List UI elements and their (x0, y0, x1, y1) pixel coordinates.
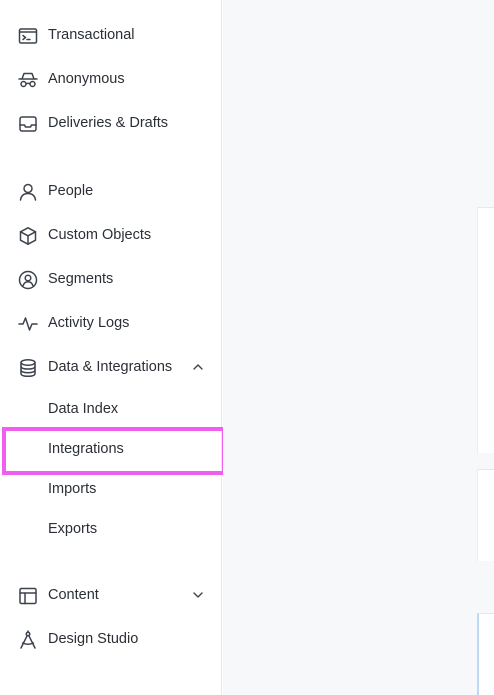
main-content-area (223, 0, 494, 695)
sidebar-subitem-exports[interactable]: Exports (0, 509, 221, 549)
sidebar-subitem-label: Integrations (48, 441, 124, 457)
person-icon (18, 182, 38, 202)
database-icon (18, 358, 38, 378)
sidebar-item-label: Deliveries & Drafts (48, 115, 169, 131)
terminal-window-icon (18, 26, 38, 46)
sidebar-item-content[interactable]: Content (0, 575, 221, 615)
content-panel (477, 207, 494, 453)
sidebar-subitem-label: Exports (48, 521, 98, 537)
user-circle-icon (18, 270, 38, 290)
sidebar-item-label: Data & Integrations (48, 359, 173, 375)
sidebar-item-deliveries-drafts[interactable]: Deliveries & Drafts (0, 103, 221, 143)
sidebar-subitem-data-index[interactable]: Data Index (0, 389, 221, 429)
sidebar-item-label: Content (48, 587, 99, 603)
sidebar-item-transactional[interactable]: Transactional (0, 15, 221, 55)
chevron-down-icon[interactable] (192, 589, 204, 601)
sidebar-subitem-integrations[interactable]: Integrations (0, 429, 221, 469)
sidebar-subitem-imports[interactable]: Imports (0, 469, 221, 509)
pulse-icon (18, 314, 38, 334)
sidebar-item-label: Anonymous (48, 71, 125, 87)
sidebar-item-segments[interactable]: Segments (0, 259, 221, 299)
sidebar-item-label: Activity Logs (48, 315, 130, 331)
sidebar-subitem-label: Imports (48, 481, 97, 497)
cube-icon (18, 226, 38, 246)
inbox-tray-icon (18, 114, 38, 134)
app-window: Transactional Anonymous Deliveries & Dra… (0, 0, 494, 695)
sidebar-item-label: Segments (48, 271, 114, 287)
sidebar-item-activity-logs[interactable]: Activity Logs (0, 303, 221, 343)
sidebar-item-people[interactable]: People (0, 171, 221, 211)
layout-icon (18, 586, 38, 606)
sidebar-subitem-label: Data Index (48, 401, 119, 417)
sidebar-item-design-studio[interactable]: Design Studio (0, 619, 221, 659)
sidebar-item-label: Transactional (48, 27, 135, 43)
sidebar-item-anonymous[interactable]: Anonymous (0, 59, 221, 99)
sidebar-item-data-integrations[interactable]: Data & Integrations (0, 347, 221, 387)
content-panel (477, 613, 494, 695)
sidebar-item-label: Design Studio (48, 631, 139, 647)
sidebar-item-custom-objects[interactable]: Custom Objects (0, 215, 221, 255)
content-panel (477, 469, 494, 561)
sidebar-navigation: Transactional Anonymous Deliveries & Dra… (0, 0, 226, 695)
compass-icon (18, 630, 38, 650)
sidebar-item-label: People (48, 183, 94, 199)
incognito-icon (18, 70, 38, 90)
sidebar-item-label: Custom Objects (48, 227, 152, 243)
chevron-up-icon[interactable] (192, 361, 204, 373)
